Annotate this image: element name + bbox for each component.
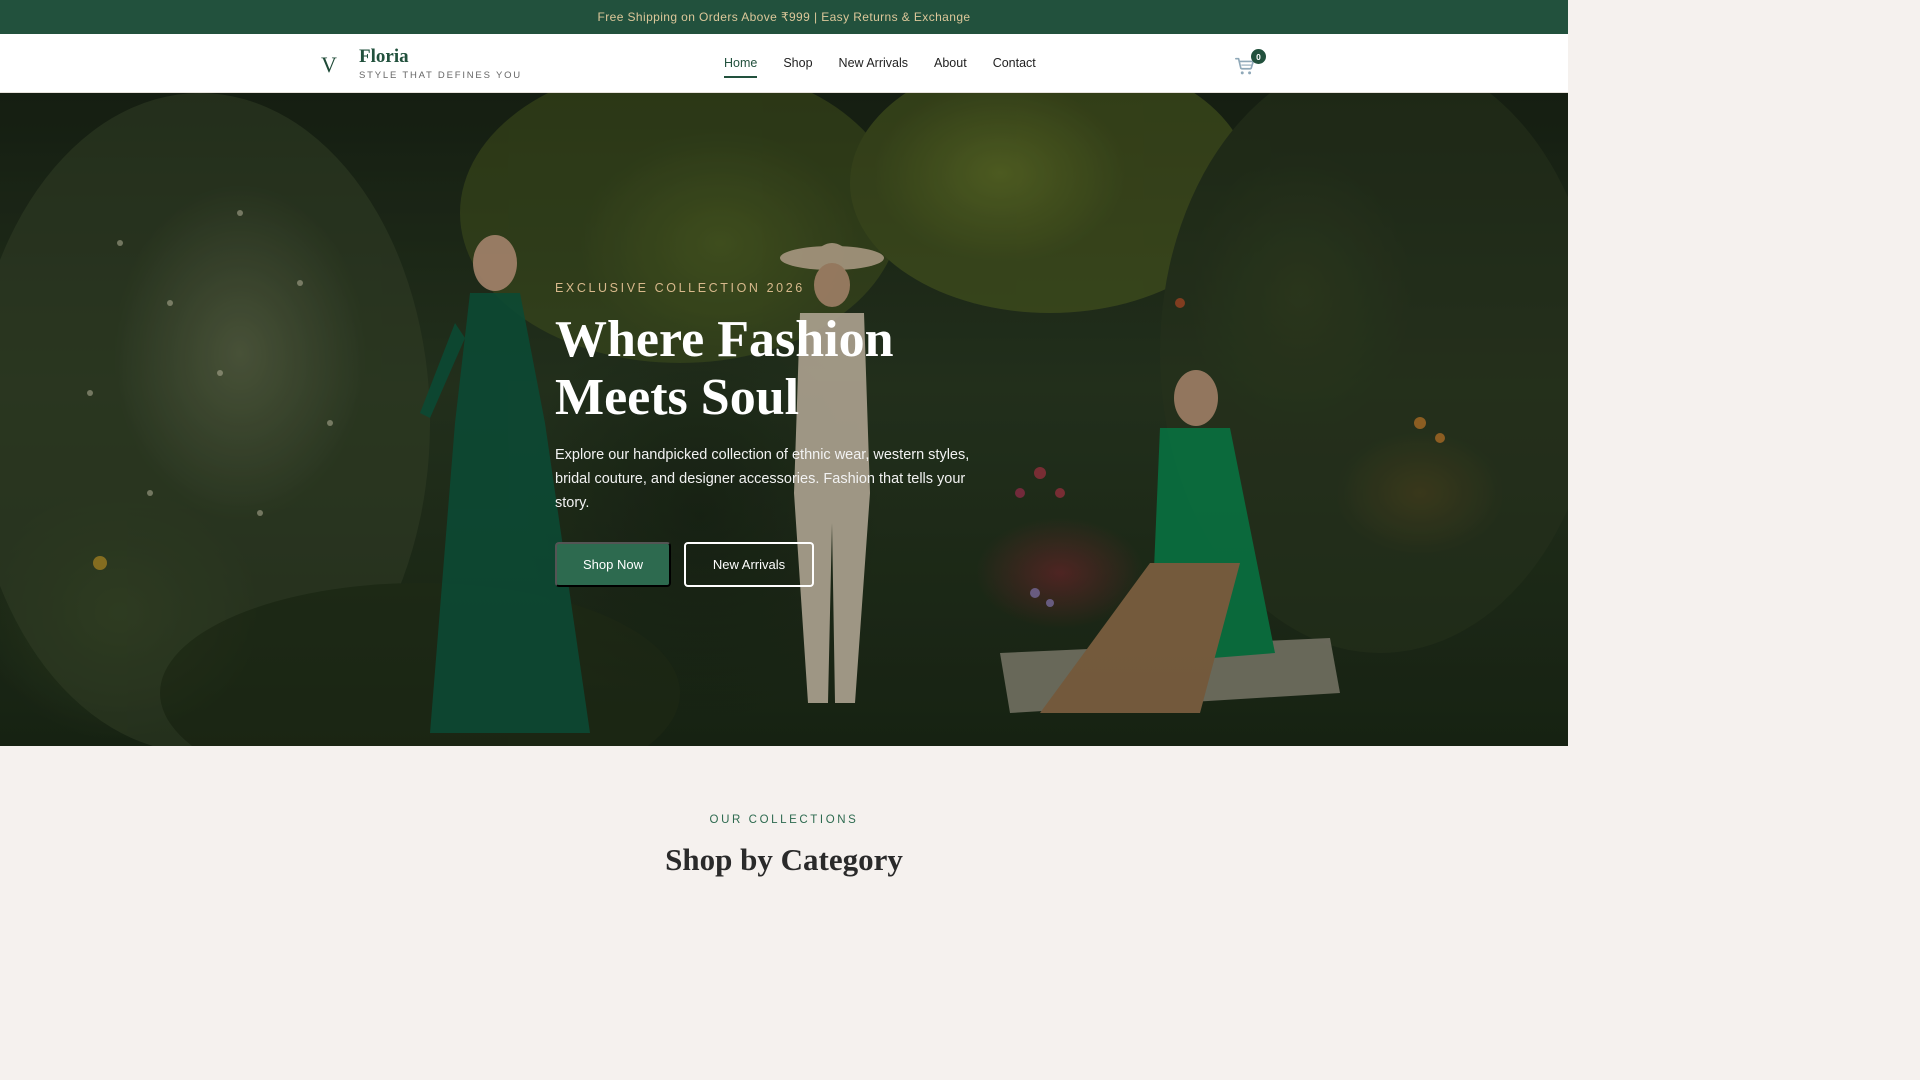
cart-count-badge: 0	[1251, 49, 1266, 64]
collections-section: OUR COLLECTIONS Shop by Category	[0, 746, 1568, 882]
new-arrivals-button[interactable]: New Arrivals	[684, 542, 814, 587]
announcement-bar: Free Shipping on Orders Above ₹999 | Eas…	[0, 0, 1568, 34]
hero-headline-line2: Meets Soul	[555, 369, 800, 426]
nav-new-arrivals[interactable]: New Arrivals	[839, 52, 908, 74]
hero-headline: Where Fashion Meets Soul	[555, 311, 1015, 427]
cart-button[interactable]: 0	[1234, 49, 1266, 77]
hero-banner: EXCLUSIVE COLLECTION 2026 Where Fashion …	[0, 93, 1568, 746]
announcement-text: Free Shipping on Orders Above ₹999 | Eas…	[597, 10, 971, 24]
shop-now-button[interactable]: Shop Now	[555, 542, 671, 587]
collections-eyebrow: OUR COLLECTIONS	[709, 814, 859, 826]
hero-headline-line1: Where Fashion	[555, 311, 894, 368]
hero-cta-group: Shop Now New Arrivals	[555, 542, 1015, 587]
brand-mark: V	[321, 52, 337, 77]
nav-shop[interactable]: Shop	[783, 52, 812, 74]
nav-about[interactable]: About	[934, 52, 967, 74]
brand-text: Floria STYLE THAT DEFINES YOU	[359, 46, 522, 81]
brand-tagline: STYLE THAT DEFINES YOU	[359, 70, 522, 81]
brand-name: Floria	[359, 46, 409, 67]
brand-logo[interactable]: V Floria STYLE THAT DEFINES YOU	[321, 46, 522, 81]
site-header: V Floria STYLE THAT DEFINES YOU Home Sho…	[0, 34, 1568, 93]
hero-description: Explore our handpicked collection of eth…	[555, 447, 970, 511]
main-nav: Home Shop New Arrivals About Contact	[724, 34, 1062, 92]
hero-content: EXCLUSIVE COLLECTION 2026 Where Fashion …	[555, 281, 1015, 587]
hero-eyebrow: EXCLUSIVE COLLECTION 2026	[555, 281, 805, 295]
nav-home[interactable]: Home	[724, 52, 758, 78]
nav-contact[interactable]: Contact	[993, 52, 1036, 74]
collections-title: Shop by Category	[665, 842, 903, 877]
